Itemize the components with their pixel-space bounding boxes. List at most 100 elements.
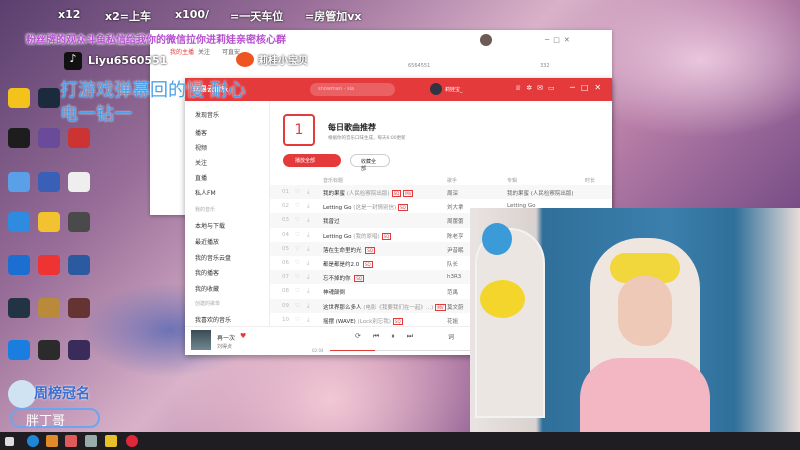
tab-my-streamer[interactable]: 我的主播 (170, 47, 194, 56)
desktop-icon[interactable] (8, 172, 30, 192)
search-input[interactable]: snowman - sia (310, 83, 395, 96)
desktop-icon[interactable] (38, 212, 60, 232)
download-icon[interactable]: ⤓ (307, 317, 309, 324)
download-icon[interactable]: ⤓ (307, 217, 309, 224)
sidebar-item-podcast[interactable]: 播客 (195, 128, 207, 137)
song-artist[interactable]: 陈老亨 (447, 232, 464, 240)
song-artist[interactable]: 花姐 (447, 317, 458, 325)
app-icon[interactable] (85, 435, 97, 447)
avatar[interactable] (480, 34, 492, 46)
now-playing-title[interactable]: 再一次 (217, 333, 235, 342)
song-artist[interactable]: 队长 (447, 260, 458, 268)
streamer-face (618, 276, 672, 346)
song-artist[interactable]: 刘大拿 (447, 203, 464, 211)
netease-music-taskbar-icon[interactable] (126, 435, 138, 447)
download-icon[interactable]: ⤓ (307, 232, 309, 239)
gift-x12: x12 (58, 8, 81, 21)
play-all-button[interactable]: 播放全部 (283, 154, 341, 167)
desktop-icon[interactable] (68, 340, 90, 360)
now-playing-artist[interactable]: 刘得贞 (217, 343, 232, 350)
like-icon[interactable]: ♡ (295, 232, 300, 238)
header-icons[interactable]: ♕✲✉▭ (515, 84, 560, 92)
progress-slider[interactable] (330, 350, 470, 351)
desktop-icon[interactable] (38, 88, 60, 108)
sidebar-item-my-podcast[interactable]: 我的播客 (195, 268, 219, 277)
sidebar-item-video[interactable]: 视频 (195, 143, 207, 152)
like-icon[interactable]: ♡ (295, 317, 300, 323)
desktop-icon[interactable] (38, 298, 60, 318)
like-icon[interactable]: ♡ (295, 274, 300, 280)
desktop-icon[interactable] (8, 128, 30, 148)
song-album[interactable]: 我的果蜜 (人民检察院出版) (507, 189, 574, 197)
download-icon[interactable]: ⤓ (307, 246, 309, 253)
song-number: 06 (282, 260, 289, 266)
desktop-icon[interactable] (38, 340, 60, 360)
sidebar-item-discover[interactable]: 发现音乐 (195, 110, 219, 119)
download-icon[interactable]: ⤓ (307, 303, 309, 310)
like-icon[interactable]: ♡ (295, 303, 300, 309)
user-avatar[interactable] (430, 83, 442, 95)
like-icon[interactable]: ♡ (295, 217, 300, 223)
sidebar-item-fm[interactable]: 私人FM (195, 188, 216, 197)
song-title: 这世界那么多人 (电影《我要我们在一起》...) MV (323, 303, 446, 311)
user-name[interactable]: 莉娃宝_ (445, 86, 463, 93)
song-artist[interactable]: 尹昔眠 (447, 246, 464, 254)
song-title: 神魂颠倒 (323, 290, 346, 297)
tab-follow[interactable]: 关注 (198, 47, 210, 56)
album-cover[interactable] (191, 330, 211, 350)
download-icon[interactable]: ⤓ (307, 203, 309, 210)
desktop-icon[interactable] (68, 298, 90, 318)
heart-icon[interactable]: ♥ (240, 332, 246, 340)
collect-all-button[interactable]: 收藏全部 (350, 154, 390, 172)
sidebar-item-local[interactable]: 本地与下载 (195, 221, 225, 230)
download-icon[interactable]: ⤓ (307, 274, 309, 281)
like-icon[interactable]: ♡ (295, 246, 300, 252)
app-icon[interactable] (46, 435, 58, 447)
gift-x100: x100/ (175, 8, 210, 21)
song-row[interactable]: 01 ♡ ⤓ 我的果蜜 (人民检察院出版) SQ MV 周深 我的果蜜 (人民检察院出… (270, 185, 612, 200)
player-controls[interactable]: ⟳⏮⏸⏭ (355, 332, 425, 341)
like-icon[interactable]: ♡ (295, 260, 300, 266)
desktop-icon[interactable] (68, 255, 90, 275)
edge-icon[interactable] (27, 435, 39, 447)
app-icon[interactable] (65, 435, 77, 447)
sidebar: 发现音乐 播客 视频 关注 直播 私人FM 我的音乐 本地与下载 最近播放 我的… (185, 101, 270, 326)
desktop-icon[interactable] (68, 172, 90, 192)
song-artist[interactable]: 周蕾蕾 (447, 217, 464, 225)
sidebar-item-collection[interactable]: 我的收藏 (195, 284, 219, 293)
download-icon[interactable]: ⤓ (307, 288, 309, 295)
quality-tag: SQ (363, 261, 373, 268)
desktop-icon[interactable] (68, 212, 90, 232)
download-icon[interactable]: ⤓ (307, 189, 309, 196)
created-playlists-heading[interactable]: 创建的歌单 (195, 300, 220, 307)
desktop-icon[interactable] (8, 255, 30, 275)
desktop-icon[interactable] (8, 298, 30, 318)
sidebar-item-live[interactable]: 直播 (195, 173, 207, 182)
lyric-button[interactable]: 词 (448, 332, 454, 341)
desktop-icon[interactable] (38, 255, 60, 275)
desktop-icon[interactable] (38, 172, 60, 192)
prev-icon: ⏮ (372, 332, 392, 340)
daily-subtitle: 根据你的音乐口味生成，每天6:00更新 (328, 136, 406, 141)
song-artist[interactable]: 莫文蔚 (447, 303, 464, 311)
sidebar-item-recent[interactable]: 最近播放 (195, 237, 219, 246)
start-icon[interactable] (5, 437, 14, 446)
sidebar-item-liked[interactable]: 我喜欢的音乐 (195, 315, 231, 324)
like-icon[interactable]: ♡ (295, 203, 300, 209)
sidebar-item-cloud[interactable]: 我的音乐云盘 (195, 253, 231, 262)
like-icon[interactable]: ♡ (295, 189, 300, 195)
desktop-icon[interactable] (8, 340, 30, 360)
song-artist[interactable]: h3R3 (447, 274, 461, 280)
desktop-icon[interactable] (38, 128, 60, 148)
sidebar-item-follow[interactable]: 关注 (195, 158, 207, 167)
like-icon[interactable]: ♡ (295, 288, 300, 294)
song-artist[interactable]: 范禹 (447, 288, 458, 296)
window-controls[interactable]: ─□✕ (570, 83, 607, 92)
window-controls[interactable]: ─□✕ (545, 36, 574, 44)
app-icon[interactable] (105, 435, 117, 447)
desktop-icon[interactable] (8, 88, 30, 108)
download-icon[interactable]: ⤓ (307, 260, 309, 267)
song-artist[interactable]: 周深 (447, 189, 458, 197)
desktop-icon[interactable] (68, 128, 90, 148)
desktop-icon[interactable] (8, 212, 30, 232)
